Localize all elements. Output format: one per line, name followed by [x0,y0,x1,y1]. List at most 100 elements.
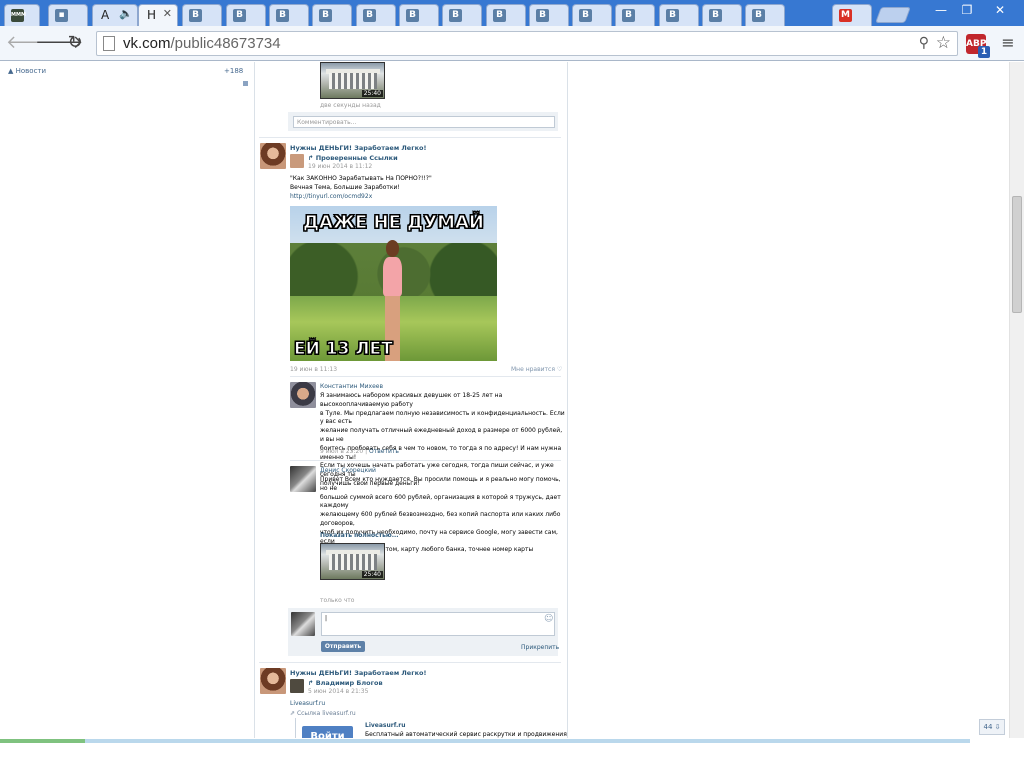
post-link[interactable]: Liveasurf.ru [290,700,325,707]
video-thumbnail[interactable]: 25:40 [320,62,385,99]
comment-time[interactable]: 9 июл в 23:20 | Ответить [320,448,399,455]
card-title[interactable]: Liveasurf.ru [365,722,406,729]
reply-link[interactable]: Ответить [369,448,399,455]
address-bar[interactable]: vk.com/public48673734 ⚲ ☆ [96,31,958,56]
like-button[interactable]: Мне нравится ♡ [511,366,562,373]
bookmark-star-icon[interactable]: ☆ [936,33,951,53]
post-time[interactable]: 19 июн в 11:13 [290,366,337,373]
zoom-icon[interactable]: ⚲ [919,35,929,51]
tab-13[interactable]: B [572,4,612,26]
tab-favicon-icon: B [493,9,506,22]
repost-source[interactable]: ↱ Проверенные Ссылки [308,154,398,162]
tab-18[interactable]: M [832,4,872,26]
tab-11[interactable]: B [486,4,526,26]
repost-time[interactable]: 19 июн 2014 в 11:12 [308,163,372,170]
new-tab-button[interactable] [875,7,911,23]
tab-favicon-icon: B [752,9,765,22]
comment-input[interactable]: Комментировать... [293,116,555,128]
tab-0[interactable]: МММ [4,4,40,26]
tab-2[interactable]: А 🔈 [92,4,138,26]
tab-favicon-icon: B [666,9,679,22]
show-more-link[interactable]: Показать полностью... [320,532,399,539]
page-icon [103,36,115,51]
tab-12[interactable]: B [529,4,569,26]
news-count: +188 [224,67,244,75]
repost-time[interactable]: 5 июн 2014 в 21:35 [308,688,368,695]
commenter-avatar[interactable] [290,466,316,492]
post-image[interactable]: ДАЖЕ НЕ ДУМАЙ ЕЙ 13 ЛЕТ [290,206,497,361]
repost-source[interactable]: ↱ Владимир Блогов [308,679,383,687]
commenter-avatar[interactable] [290,382,316,408]
send-button[interactable]: Отправить [321,641,365,652]
tab-favicon-icon: B [579,9,592,22]
minimize-button[interactable]: — [928,2,954,18]
post-author[interactable]: Нужны ДЕНЬГИ! Заработаем Легко! [290,669,426,677]
tab-title: А [101,8,110,22]
video-thumbnail[interactable]: 25:40 [320,543,385,580]
reload-button[interactable]: ↻ [64,32,86,54]
tab-8[interactable]: B [356,4,396,26]
tab-16[interactable]: B [702,4,742,26]
tab-4[interactable]: B [182,4,222,26]
video-duration: 25:40 [361,571,383,578]
back-button[interactable]: 🡐 [6,32,54,54]
divider [290,376,561,377]
tab-3[interactable]: Н ✕ [138,4,178,26]
tab-7[interactable]: B [312,4,352,26]
tab-favicon-icon: B [189,9,202,22]
restore-button[interactable]: ❐ [954,2,980,18]
post-text-line: "Как ЗАКОННО Зарабатывать На ПОРНО?!!?" [290,175,432,182]
tab-favicon-icon: B [233,9,246,22]
tab-favicon-icon: B [709,9,722,22]
meme-bottom-caption: ЕЙ 13 ЛЕТ [294,339,394,360]
messages-counter[interactable]: 44 ⇩ [979,719,1005,735]
close-window-button[interactable]: ✕ [980,2,1020,18]
comment-time[interactable]: только что [320,597,354,604]
tab-close-icon[interactable]: ✕ [163,7,172,20]
page-viewport: ▲ Новости +188 25:40 две секунды назад К… [0,62,1024,761]
tab-17[interactable]: B [745,4,785,26]
meme-top-caption: ДАЖЕ НЕ ДУМАЙ [302,212,484,234]
url-text: vk.com/public48673734 [123,35,281,52]
scroll-thumb[interactable] [1012,196,1022,313]
attach-link[interactable]: Прикрепить [521,644,559,651]
left-menu: ▲ Новости +188 [0,62,254,761]
divider [290,460,561,461]
tab-audio-icon[interactable]: 🔈 [119,7,133,20]
tab-9[interactable]: B [399,4,439,26]
repost-avatar[interactable] [290,679,304,693]
video-duration: 25:40 [361,90,383,97]
tab-favicon-icon: B [449,9,462,22]
divider [259,137,561,138]
tab-6[interactable]: B [269,4,309,26]
scrollbar[interactable] [1009,62,1024,740]
post-author[interactable]: Нужны ДЕНЬГИ! Заработаем Легко! [290,144,426,152]
wall-feed: 25:40 две секунды назад Комментировать..… [254,62,568,761]
emoji-icon[interactable]: ☺ [544,614,553,624]
divider [259,662,561,663]
tab-14[interactable]: B [615,4,655,26]
tab-15[interactable]: B [659,4,699,26]
news-link[interactable]: ▲ Новости [8,67,46,75]
tab-favicon-icon: МММ [11,9,26,22]
reply-input[interactable]: | [321,612,555,636]
tab-favicon-icon: B [319,9,332,22]
comment-author[interactable]: Константин Михеев [320,383,383,390]
settings-small-icon[interactable] [243,81,248,86]
tab-5[interactable]: B [226,4,266,26]
author-avatar[interactable] [260,143,286,169]
forward-button[interactable]: 🡒 [35,32,83,54]
my-avatar [291,612,315,636]
comment-author[interactable]: Денис Скорецкий [320,467,376,474]
tab-10[interactable]: B [442,4,482,26]
link-caption[interactable]: ⇗ Ссылка liveasurf.ru [290,710,356,717]
post-link[interactable]: http://tinyurl.com/ocmd92x [290,193,372,200]
tab-favicon-icon: B [622,9,635,22]
tab-1[interactable]: ▪ [48,4,88,26]
menu-icon[interactable]: ≡ [999,34,1017,52]
browser-chrome: МММ ▪ А 🔈 Н ✕ B B B B B B B B B B B B B B M — ❐ ✕ 🡐 🡒 ↻ vk.c… [0,0,1024,61]
loading-strip [0,739,970,743]
adblock-extension-icon[interactable]: ABP 1 [966,34,990,58]
author-avatar[interactable] [260,668,286,694]
repost-avatar[interactable] [290,154,304,168]
